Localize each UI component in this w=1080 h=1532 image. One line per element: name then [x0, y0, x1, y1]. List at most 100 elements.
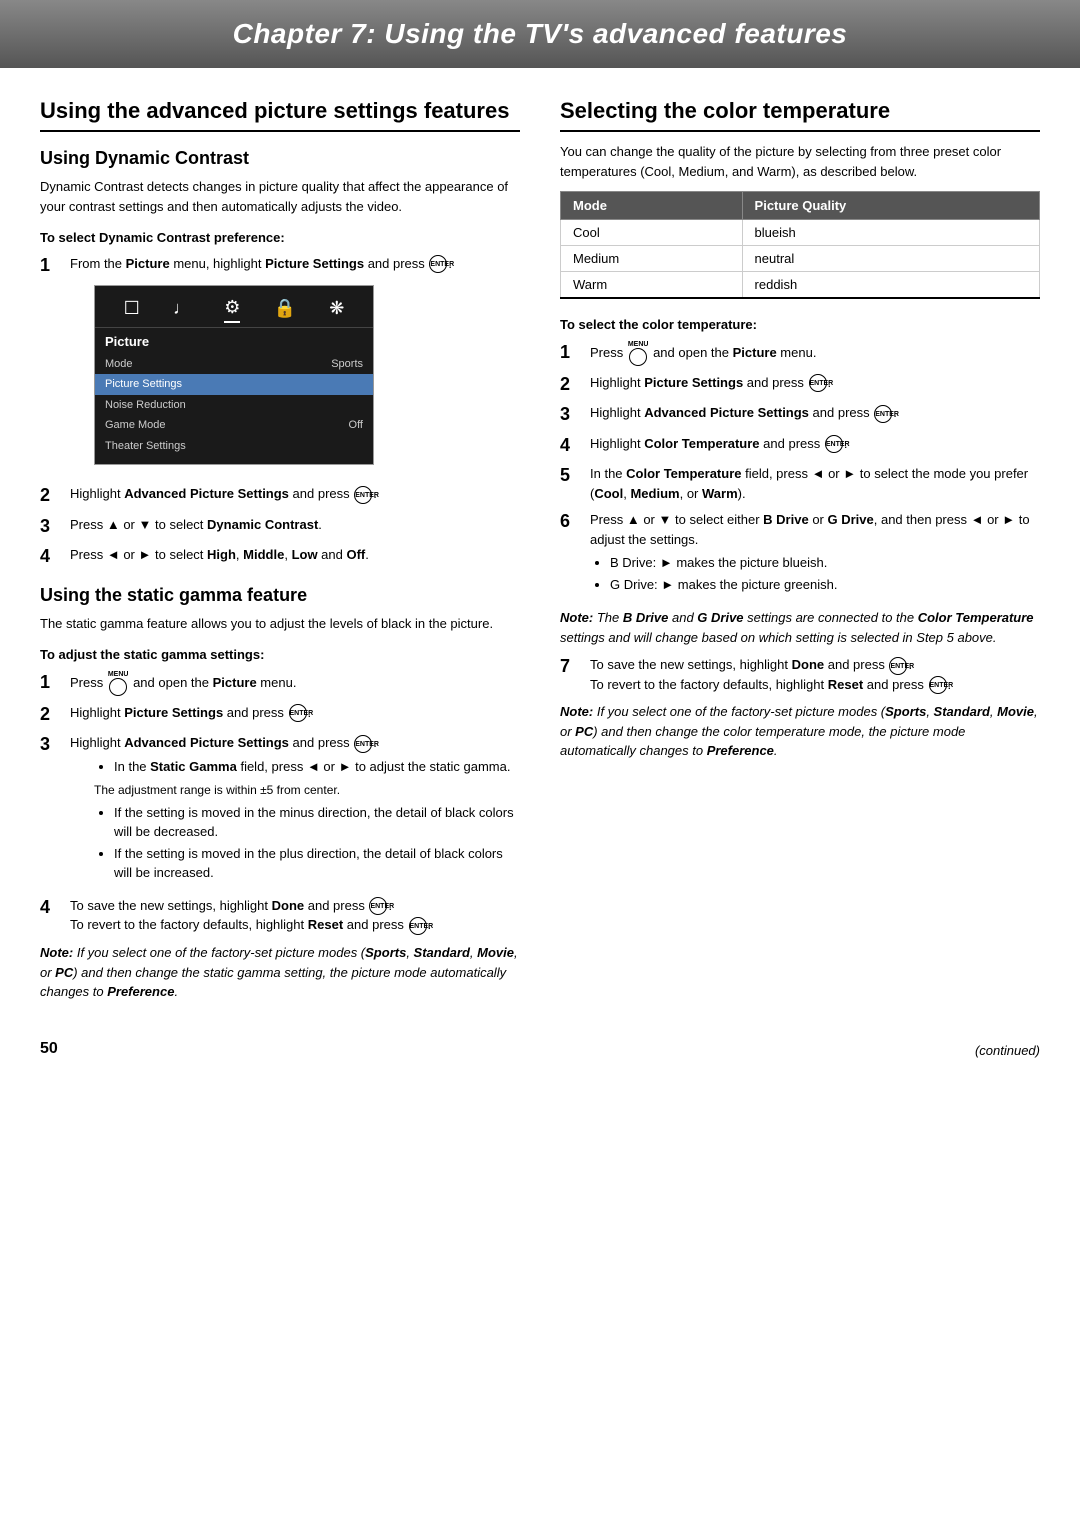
step-item: 1 Press MENU and open the Picture menu. — [40, 671, 520, 696]
table-col-quality: Picture Quality — [742, 192, 1039, 220]
enter-button-icon: ENTER — [289, 704, 307, 722]
step-content: Press ▲ or ▼ to select either B Drive or… — [590, 510, 1040, 600]
table-row: Warmreddish — [561, 272, 1040, 299]
menu-button-icon: MENU — [108, 671, 129, 696]
table-cell-mode: Medium — [561, 246, 743, 272]
step-content: Highlight Picture Settings and press ENT… — [590, 373, 1040, 393]
enter-button-icon: ENTER — [889, 657, 907, 675]
tv-menu-row-game-mode: Game ModeOff — [95, 415, 373, 436]
static-gamma-sub-title: To adjust the static gamma settings: — [40, 645, 520, 665]
tv-menu-screenshot: ☐ ♩ ⚙ 🔒 ❋ Picture ModeSports Picture Set… — [94, 285, 374, 465]
static-gamma-title: Using the static gamma feature — [40, 585, 520, 606]
step-item: 3 Highlight Advanced Picture Settings an… — [40, 733, 520, 889]
page-number: 50 — [40, 1040, 58, 1058]
step-number: 3 — [560, 403, 584, 426]
step-content: Highlight Advanced Picture Settings and … — [70, 484, 520, 504]
bullet-item: If the setting is moved in the minus dir… — [114, 803, 520, 842]
main-section-title: Using the advanced picture settings feat… — [40, 98, 520, 132]
step-content: Press MENU and open the Picture menu. — [590, 341, 1040, 366]
step-number: 1 — [560, 341, 584, 364]
step-number: 4 — [40, 896, 64, 919]
step-item: 5 In the Color Temperature field, press … — [560, 464, 1040, 503]
static-gamma-intro: The static gamma feature allows you to a… — [40, 614, 520, 634]
tv-menu-icon-bar: ☐ ♩ ⚙ 🔒 ❋ — [95, 286, 373, 328]
tv-menu-title: Picture — [95, 328, 373, 354]
step-item: 4 Press ◄ or ► to select High, Middle, L… — [40, 545, 520, 568]
step-number: 4 — [560, 434, 584, 457]
tv-menu-row-noise-reduction: Noise Reduction — [95, 395, 373, 416]
color-temp-section-title: Selecting the color temperature — [560, 98, 1040, 132]
main-content: Using the advanced picture settings feat… — [0, 68, 1080, 1030]
step-number: 2 — [560, 373, 584, 396]
chapter-header: Chapter 7: Using the TV's advanced featu… — [0, 0, 1080, 68]
table-col-mode: Mode — [561, 192, 743, 220]
enter-button-icon: ENTER — [354, 735, 372, 753]
bullet-b-drive: B Drive: ► makes the picture blueish. — [610, 553, 1040, 573]
step-content: Press MENU and open the Picture menu. — [70, 671, 520, 696]
enter-button-icon: ENTER — [809, 374, 827, 392]
step-content: Press ▲ or ▼ to select Dynamic Contrast. — [70, 515, 520, 535]
step-number: 7 — [560, 655, 584, 678]
step-item: 3 Highlight Advanced Picture Settings an… — [560, 403, 1040, 426]
step-number: 4 — [40, 545, 64, 568]
left-column: Using the advanced picture settings feat… — [40, 98, 520, 1010]
bullet-item: In the Static Gamma field, press ◄ or ► … — [114, 757, 520, 777]
step-content: Highlight Advanced Picture Settings and … — [70, 733, 520, 889]
step-number: 1 — [40, 254, 64, 277]
step-item: 1 Press MENU and open the Picture menu. — [560, 341, 1040, 366]
color-temp-sub-title: To select the color temperature: — [560, 315, 1040, 335]
table-row: Mediumneutral — [561, 246, 1040, 272]
bullet-g-drive: G Drive: ► makes the picture greenish. — [610, 575, 1040, 595]
step-content: Press ◄ or ► to select High, Middle, Low… — [70, 545, 520, 565]
table-cell-mode: Warm — [561, 272, 743, 299]
static-gamma-bullets: In the Static Gamma field, press ◄ or ► … — [94, 757, 520, 777]
color-temp-steps: 1 Press MENU and open the Picture menu. … — [560, 341, 1040, 600]
step-item: 6 Press ▲ or ▼ to select either B Drive … — [560, 510, 1040, 600]
step-content: From the Picture menu, highlight Picture… — [70, 254, 520, 478]
enter-button-icon: ENTER — [874, 405, 892, 423]
menu-button-icon: MENU — [628, 341, 649, 366]
color-temp-note2: Note: If you select one of the factory-s… — [560, 702, 1040, 761]
table-cell-quality: blueish — [742, 220, 1039, 246]
step-number: 5 — [560, 464, 584, 487]
step-item: 1 From the Picture menu, highlight Pictu… — [40, 254, 520, 478]
step-content: Highlight Advanced Picture Settings and … — [590, 403, 1040, 423]
step-number: 1 — [40, 671, 64, 694]
step-item: 2 Highlight Advanced Picture Settings an… — [40, 484, 520, 507]
step-content: Highlight Color Temperature and press EN… — [590, 434, 1040, 454]
step-content: Highlight Picture Settings and press ENT… — [70, 703, 520, 723]
note-drive-settings: Note: The B Drive and G Drive settings a… — [560, 608, 1040, 647]
step-item: 4 To save the new settings, highlight Do… — [40, 896, 520, 935]
tv-icon-lock: 🔒 — [274, 295, 296, 322]
step-content: In the Color Temperature field, press ◄ … — [590, 464, 1040, 503]
step-item: 7 To save the new settings, highlight Do… — [560, 655, 1040, 694]
page-footer: 50 (continued) — [0, 1030, 1080, 1078]
step-item: 3 Press ▲ or ▼ to select Dynamic Contras… — [40, 515, 520, 538]
tv-menu-row-mode: ModeSports — [95, 354, 373, 375]
step-item: 4 Highlight Color Temperature and press … — [560, 434, 1040, 457]
right-column: Selecting the color temperature You can … — [560, 98, 1040, 1010]
table-cell-quality: neutral — [742, 246, 1039, 272]
static-gamma-steps: 1 Press MENU and open the Picture menu. … — [40, 671, 520, 935]
adj-note: The adjustment range is within ±5 from c… — [94, 782, 520, 799]
enter-button-icon: ENTER — [429, 255, 447, 273]
color-temp-table: Mode Picture Quality CoolblueishMediumne… — [560, 191, 1040, 299]
tv-icon-settings: ⚙ — [224, 294, 240, 323]
step-content: To save the new settings, highlight Done… — [590, 655, 1040, 694]
enter-button-icon: ENTER — [825, 435, 843, 453]
dynamic-contrast-steps: 1 From the Picture menu, highlight Pictu… — [40, 254, 520, 569]
step-item: 2 Highlight Picture Settings and press E… — [560, 373, 1040, 396]
enter-button-icon: ENTER — [409, 917, 427, 935]
step-number: 2 — [40, 703, 64, 726]
step-number: 3 — [40, 515, 64, 538]
table-cell-quality: reddish — [742, 272, 1039, 299]
static-gamma-note: Note: If you select one of the factory-s… — [40, 943, 520, 1002]
table-row: Coolblueish — [561, 220, 1040, 246]
step-content: To save the new settings, highlight Done… — [70, 896, 520, 935]
bullet-item: If the setting is moved in the plus dire… — [114, 844, 520, 883]
step-item: 2 Highlight Picture Settings and press E… — [40, 703, 520, 726]
dynamic-contrast-intro: Dynamic Contrast detects changes in pict… — [40, 177, 520, 216]
continued-label: (continued) — [975, 1043, 1040, 1058]
tv-icon-other: ❋ — [329, 295, 344, 322]
step-number: 3 — [40, 733, 64, 756]
